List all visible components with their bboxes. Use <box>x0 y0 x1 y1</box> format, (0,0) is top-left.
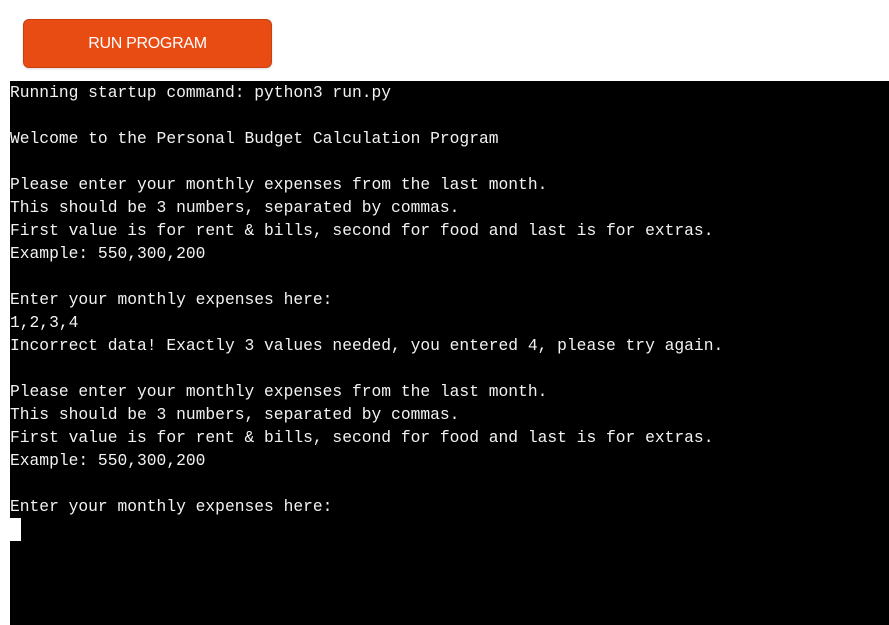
terminal-line: Incorrect data! Exactly 3 values needed,… <box>10 336 724 355</box>
terminal-line: Please enter your monthly expenses from … <box>10 382 548 401</box>
terminal-line: Example: 550,300,200 <box>10 451 206 470</box>
terminal-output: Running startup command: python3 run.py … <box>10 81 723 518</box>
terminal-line: This should be 3 numbers, separated by c… <box>10 198 460 217</box>
terminal-line: First value is for rent & bills, second … <box>10 428 714 447</box>
page: RUN PROGRAM Running startup command: pyt… <box>0 0 889 625</box>
run-program-button[interactable]: RUN PROGRAM <box>23 19 272 68</box>
terminal-window[interactable]: Running startup command: python3 run.py … <box>10 81 889 625</box>
terminal-line: Example: 550,300,200 <box>10 244 206 263</box>
terminal-line: Enter your monthly expenses here: <box>10 497 333 516</box>
terminal-line: First value is for rent & bills, second … <box>10 221 714 240</box>
terminal-line: This should be 3 numbers, separated by c… <box>10 405 460 424</box>
terminal-line: 1,2,3,4 <box>10 313 79 332</box>
terminal-line: Enter your monthly expenses here: <box>10 290 333 309</box>
terminal-line: Please enter your monthly expenses from … <box>10 175 548 194</box>
terminal-line: Welcome to the Personal Budget Calculati… <box>10 129 499 148</box>
terminal-cursor <box>10 518 21 541</box>
terminal-line: Running startup command: python3 run.py <box>10 83 392 102</box>
